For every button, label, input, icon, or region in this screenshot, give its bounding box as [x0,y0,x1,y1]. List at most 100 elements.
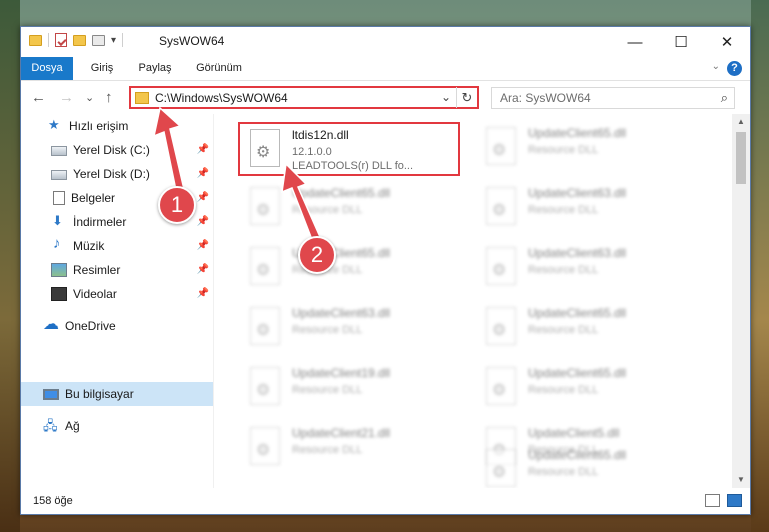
file-tile[interactable]: UpdateClient65.dll Resource DLL [476,302,698,356]
scroll-up-icon[interactable]: ▲ [732,114,750,130]
pin-icon[interactable]: 📌 [197,192,209,203]
file-tile[interactable]: UpdateClient65.dll Resource DLL [240,182,462,236]
dll-file-icon [486,367,516,405]
search-icon[interactable]: ⌕ [721,90,728,106]
tab-file[interactable]: Dosya [21,57,73,80]
sidebar-item-onedrive[interactable]: OneDrive [21,314,213,338]
file-name: UpdateClient5.dll [528,426,620,440]
file-tile[interactable]: UpdateClient63.dll Resource DLL [240,302,462,356]
file-description: Resource DLL [292,444,363,456]
file-tile[interactable]: UpdateClient63.dll Resource DLL [476,182,698,236]
sidebar-item-label: Bu bilgisayar [65,387,134,401]
sidebar-item-network[interactable]: Ağ [21,414,213,439]
back-button[interactable]: ← [31,89,46,106]
file-tile[interactable]: UpdateClient65.dll Resource DLL [476,362,698,416]
help-icon[interactable]: ? [727,61,742,76]
address-bar[interactable]: C:\Windows\SysWOW64 ⌄ ↻ [129,86,479,109]
sidebar-item-label: OneDrive [65,319,116,333]
sidebar-item-local-disk-c[interactable]: Yerel Disk (C:) 📌 [21,138,213,162]
ribbon-collapse-icon[interactable]: ⌄ [712,61,720,72]
tab-share[interactable]: Paylaş [133,57,177,80]
search-placeholder: Ara: SysWOW64 [500,91,591,105]
file-name: UpdateClient21.dll [292,426,391,440]
file-list: ltdis12n.dll 12.1.0.0 LEADTOOLS(r) DLL f… [214,114,732,488]
scrollbar-thumb[interactable] [736,132,746,184]
pin-icon[interactable]: 📌 [197,216,209,227]
pictures-icon [51,263,67,277]
file-name: UpdateClient65.dll [528,366,627,380]
sidebar-item-local-disk-d[interactable]: Yerel Disk (D:) 📌 [21,162,213,186]
dll-file-icon [486,247,516,285]
file-tile[interactable]: UpdateClient63.dll Resource DLL [476,242,698,296]
file-tile[interactable]: UpdateClient21.dll Resource DLL [240,422,462,476]
file-description: Resource DLL [528,144,599,156]
file-description: Resource DLL [528,466,599,478]
file-version: 12.1.0.0 [292,146,332,158]
downloads-icon [51,213,67,229]
forward-button[interactable]: → [59,89,74,106]
dll-file-icon [250,247,280,285]
sidebar-item-label: Videolar [73,287,117,301]
file-explorer-window: ▾ SysWOW64 — ☐ ✕ Dosya Giriş Paylaş Görü… [20,26,751,515]
up-button[interactable]: ↑ [105,89,113,106]
drive-icon [51,170,67,180]
rename-icon[interactable] [92,34,105,46]
toolbar-separator [122,33,124,47]
address-dropdown-icon[interactable]: ⌄ [441,90,451,104]
pin-icon[interactable]: 📌 [197,144,209,155]
sidebar-item-label: Ağ [65,419,80,433]
address-path[interactable]: C:\Windows\SysWOW64 [155,91,288,105]
sidebar-item-this-pc[interactable]: Bu bilgisayar [21,382,213,406]
large-icons-view-icon[interactable] [727,494,742,507]
tab-view[interactable]: Görünüm [191,57,247,80]
pin-icon[interactable]: 📌 [197,168,209,179]
file-tile[interactable]: UpdateClient19.dll Resource DLL [240,362,462,416]
new-folder-icon[interactable] [73,34,86,46]
file-name: ltdis12n.dll [292,128,349,142]
file-tile-ltdis12n[interactable]: ltdis12n.dll 12.1.0.0 LEADTOOLS(r) DLL f… [238,122,460,176]
properties-icon[interactable] [55,33,67,47]
dll-file-icon [250,129,280,167]
file-tile[interactable]: UpdateClient65.dll Resource DLL [476,444,698,488]
refresh-button[interactable]: ↻ [456,87,477,108]
customize-toolbar-icon[interactable]: ▾ [111,35,116,46]
pin-icon[interactable]: 📌 [197,240,209,251]
minimize-button[interactable]: — [612,27,658,57]
sidebar-item-label: Müzik [73,239,105,253]
recent-locations-button[interactable]: ⌄ [85,91,94,104]
sidebar-item-videos[interactable]: Videolar 📌 [21,282,213,306]
window-title: SysWOW64 [159,34,225,48]
sidebar-item-label: Hızlı erişim [69,119,129,133]
dll-file-icon [486,307,516,345]
file-description: LEADTOOLS(r) DLL fo... [292,160,414,172]
dll-file-icon [250,367,280,405]
navigation-bar: ← → ⌄ ↑ C:\Windows\SysWOW64 ⌄ ↻ Ara: Sys… [21,80,750,114]
file-description: Resource DLL [292,324,363,336]
scroll-down-icon[interactable]: ▼ [732,472,750,488]
sidebar-item-pictures[interactable]: Resimler 📌 [21,258,213,282]
quick-access-toolbar: ▾ [29,33,124,47]
this-pc-icon [43,388,59,400]
file-tile[interactable]: UpdateClient65.dll Resource DLL [240,242,462,296]
sidebar-item-music[interactable]: Müzik 📌 [21,234,213,258]
search-input[interactable]: Ara: SysWOW64 ⌕ [491,87,735,109]
dll-file-icon [486,449,516,487]
file-name: UpdateClient65.dll [528,448,627,462]
file-name: UpdateClient65.dll [292,186,391,200]
file-tile[interactable]: UpdateClient65.dll Resource DLL [476,122,698,176]
details-view-icon[interactable] [705,494,720,507]
sidebar-item-label: Resimler [73,263,121,277]
file-name: UpdateClient19.dll [292,366,391,380]
file-description: Resource DLL [528,324,599,336]
pin-icon[interactable]: 📌 [197,288,209,299]
maximize-button[interactable]: ☐ [658,27,704,57]
sidebar-item-quick-access[interactable]: Hızlı erişim [21,114,213,138]
file-name: UpdateClient65.dll [528,306,627,320]
desktop-background-right [751,0,769,532]
tab-home[interactable]: Giriş [83,57,121,80]
pin-icon[interactable]: 📌 [197,264,209,275]
close-button[interactable]: ✕ [704,27,750,57]
vertical-scrollbar[interactable]: ▲ ▼ [732,114,750,488]
file-description: Resource DLL [292,204,363,216]
dll-file-icon [250,307,280,345]
